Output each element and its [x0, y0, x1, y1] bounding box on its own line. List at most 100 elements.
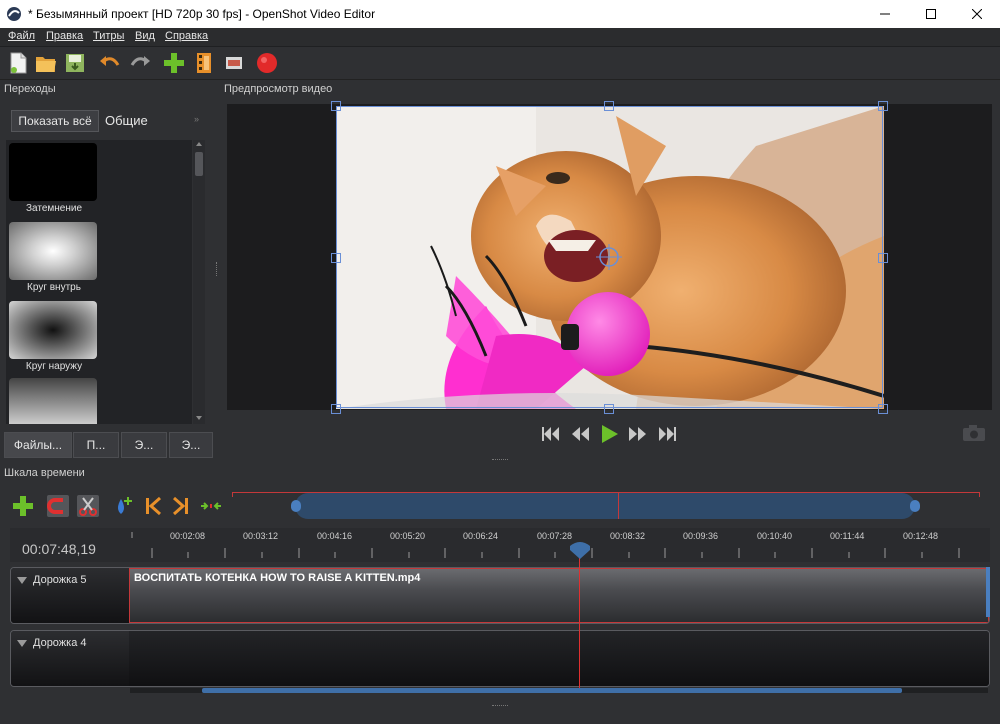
- new-project-icon[interactable]: [6, 51, 30, 75]
- menu-help[interactable]: Справка: [165, 30, 208, 42]
- timeline-horizontal-scrollbar[interactable]: [130, 688, 988, 693]
- transform-center-icon[interactable]: [596, 244, 622, 270]
- timeline-zoom-bar[interactable]: [232, 491, 980, 521]
- main-toolbar: [0, 47, 1000, 80]
- transitions-scrollbar[interactable]: [193, 140, 205, 424]
- minimize-button[interactable]: [862, 0, 908, 28]
- camera-icon[interactable]: [962, 424, 986, 442]
- track-4[interactable]: Дорожка 4: [10, 630, 990, 687]
- ruler-tick-label: 00:04:16: [317, 531, 353, 541]
- transform-handle-bottom-left[interactable]: [331, 404, 341, 414]
- transition-item-circle-out[interactable]: Круг наружу: [6, 299, 106, 379]
- ruler-tick-label: 00:07:28: [537, 531, 573, 541]
- filter-common-button[interactable]: Общие: [105, 113, 148, 128]
- filter-show-all-button[interactable]: Показать всё: [11, 110, 99, 132]
- clip-title: ВОСПИТАТЬ КОТЕНКА HOW TO RAISE A KITTEN.…: [134, 572, 421, 584]
- collapse-track-icon[interactable]: [17, 640, 27, 647]
- export-video-icon[interactable]: [255, 51, 279, 75]
- razor-icon[interactable]: [77, 495, 99, 517]
- tab-effects[interactable]: Э...: [121, 432, 167, 458]
- splitter-handle[interactable]: [492, 705, 508, 708]
- maximize-icon: [926, 9, 936, 19]
- track-5[interactable]: Дорожка 5 ВОСПИТАТЬ КОТЕНКА HOW TO RAISE…: [10, 567, 990, 624]
- preview-title: Предпросмотр видео: [224, 83, 333, 95]
- tab-emojis[interactable]: Э...: [169, 432, 213, 458]
- ruler-tick-label: 00:10:40: [757, 531, 793, 541]
- choose-profile-icon[interactable]: [192, 51, 216, 75]
- close-icon: [972, 9, 982, 19]
- transition-thumbnail: [9, 143, 97, 201]
- menu-titles[interactable]: Титры: [93, 30, 124, 42]
- menu-file[interactable]: Файл: [8, 30, 35, 42]
- menu-view[interactable]: Вид: [135, 30, 155, 42]
- zoom-handle-right[interactable]: [910, 500, 920, 512]
- track-header[interactable]: Дорожка 5: [11, 568, 129, 623]
- transitions-title: Переходы: [4, 83, 56, 95]
- scroll-thumb[interactable]: [202, 688, 902, 693]
- menu-edit[interactable]: Правка: [46, 30, 83, 42]
- transform-handle-top[interactable]: [604, 101, 614, 111]
- track-name: Дорожка 5: [33, 574, 87, 586]
- play-icon[interactable]: [598, 424, 620, 444]
- ruler-tick-label: 00:05:20: [390, 531, 426, 541]
- playhead-marker-icon[interactable]: [569, 540, 591, 560]
- transform-handle-left[interactable]: [331, 253, 341, 263]
- previous-marker-icon[interactable]: [142, 495, 164, 517]
- jump-end-icon[interactable]: [656, 424, 678, 444]
- save-project-icon[interactable]: [63, 51, 87, 75]
- zoom-window[interactable]: [295, 493, 915, 519]
- timeline-clip[interactable]: ВОСПИТАТЬ КОТЕНКА HOW TO RAISE A KITTEN.…: [129, 568, 989, 623]
- undo-icon[interactable]: [98, 51, 122, 75]
- fast-forward-icon[interactable]: [627, 424, 649, 444]
- vertical-scrollbar[interactable]: [986, 567, 990, 617]
- openshot-logo-icon: [7, 7, 21, 21]
- minimize-icon: [880, 13, 890, 15]
- title-bar: * Безымянный проект [HD 720p 30 fps] - O…: [0, 0, 1000, 28]
- jump-start-icon[interactable]: [540, 424, 562, 444]
- splitter-handle[interactable]: [216, 262, 220, 276]
- menu-bar: Файл Правка Титры Вид Справка: [0, 28, 1000, 47]
- tab-transitions[interactable]: П...: [73, 432, 119, 458]
- timeline-title: Шкала времени: [4, 467, 85, 479]
- collapse-track-icon[interactable]: [17, 577, 27, 584]
- transform-handle-top-right[interactable]: [878, 101, 888, 111]
- transform-handle-top-left[interactable]: [331, 101, 341, 111]
- track-header[interactable]: Дорожка 4: [11, 631, 129, 686]
- maximize-button[interactable]: [908, 0, 954, 28]
- next-marker-icon[interactable]: [170, 495, 192, 517]
- ruler-tick-label: 00:11:44: [830, 531, 865, 541]
- tab-files[interactable]: Файлы...: [4, 432, 72, 458]
- open-project-icon[interactable]: [34, 51, 58, 75]
- playhead-line: [579, 556, 580, 688]
- scroll-down-icon[interactable]: [196, 416, 202, 420]
- ruler-tick-label: 00:06:24: [463, 531, 499, 541]
- splitter-handle[interactable]: [492, 459, 508, 462]
- zoom-handle-left[interactable]: [291, 500, 301, 512]
- transition-item-circle-in[interactable]: Круг внутрь: [6, 220, 106, 300]
- track-name: Дорожка 4: [33, 637, 87, 649]
- transition-thumbnail: [9, 222, 97, 280]
- clear-filter-icon[interactable]: »: [194, 114, 199, 124]
- center-playhead-icon[interactable]: [200, 495, 222, 517]
- scroll-up-icon[interactable]: [196, 142, 202, 146]
- redo-icon[interactable]: [128, 51, 152, 75]
- current-time: 00:07:48,19: [22, 541, 96, 557]
- transitions-list: Затемнение Круг внутрь Круг наружу: [6, 140, 192, 424]
- rewind-icon[interactable]: [569, 424, 591, 444]
- transform-handle-bottom[interactable]: [604, 404, 614, 414]
- transition-label: Затемнение: [25, 203, 83, 214]
- close-button[interactable]: [954, 0, 1000, 28]
- ruler-tick-label: 00:02:08: [170, 531, 206, 541]
- transform-handle-bottom-right[interactable]: [878, 404, 888, 414]
- transition-thumbnail[interactable]: [9, 378, 97, 424]
- add-track-icon[interactable]: [12, 495, 34, 517]
- transform-handle-right[interactable]: [878, 253, 888, 263]
- import-files-icon[interactable]: [162, 51, 186, 75]
- scroll-thumb[interactable]: [195, 152, 203, 176]
- track-empty-area[interactable]: [129, 631, 989, 686]
- add-marker-icon[interactable]: [112, 495, 134, 517]
- snapping-icon[interactable]: [47, 495, 69, 517]
- transition-label: Круг наружу: [25, 361, 83, 372]
- ruler-tick-label: 00:09:36: [683, 531, 719, 541]
- fullscreen-icon[interactable]: [222, 51, 246, 75]
